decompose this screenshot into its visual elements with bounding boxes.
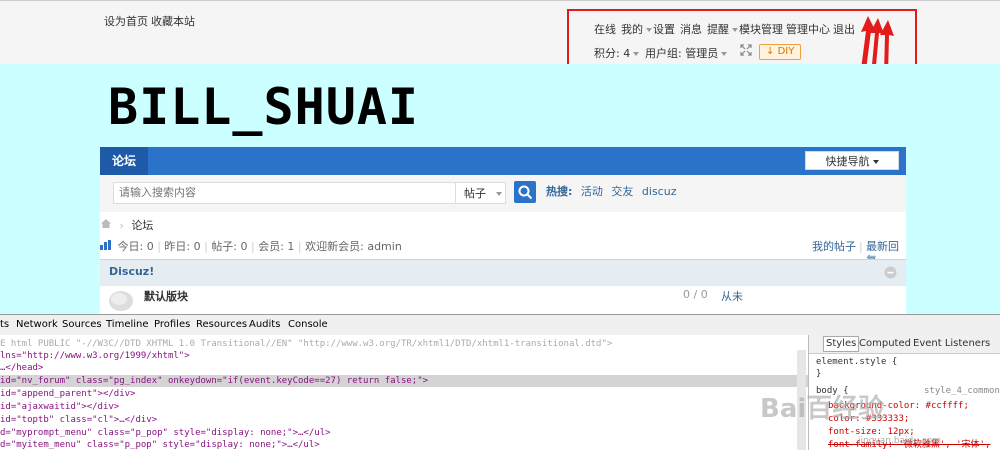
tab-resources[interactable]: Resources	[196, 315, 247, 335]
tab-elements[interactable]: ts	[0, 315, 9, 335]
chevron-right-icon: ›	[119, 219, 124, 232]
category-header: Discuz!	[100, 259, 906, 286]
search-type-label: 帖子	[464, 187, 486, 200]
stat-yesterday: 昨日: 0	[164, 240, 201, 253]
css-rule-line: }	[816, 369, 822, 379]
tab-network[interactable]: Network	[16, 315, 58, 335]
hot-searches: 热搜: 活动 交友 discuz	[546, 181, 676, 203]
tab-timeline[interactable]: Timeline	[106, 315, 149, 335]
nav-item-forum[interactable]: 论坛	[100, 147, 148, 175]
watermark-logo: Bai百经验	[760, 394, 885, 424]
search-icon	[518, 185, 533, 200]
forum-counts: 0 / 0	[683, 288, 708, 301]
collapse-icon[interactable]	[884, 266, 897, 282]
search-bar: 帖子 热搜: 活动 交友 discuz	[100, 175, 906, 212]
source-line[interactable]: d="myprompt_menu" class="p_pop" style="d…	[0, 427, 808, 439]
chevron-down-icon	[872, 160, 879, 164]
search-type-select[interactable]: 帖子	[456, 182, 506, 204]
hot-link-dating[interactable]: 交友	[611, 185, 633, 198]
source-line[interactable]: id="ajaxwaitid"></div>	[0, 401, 808, 413]
home-icon[interactable]	[100, 219, 112, 232]
stats-chart-icon	[100, 240, 111, 253]
search-button[interactable]	[514, 181, 536, 203]
source-line[interactable]: E html PUBLIC "-//W3C//DTD XHTML 1.0 Tra…	[0, 338, 808, 350]
source-line[interactable]: id="append_parent"></div>	[0, 388, 808, 400]
elements-source-panel: E html PUBLIC "-//W3C//DTD XHTML 1.0 Tra…	[0, 335, 808, 450]
forum-name[interactable]: 默认版块	[144, 288, 188, 304]
tab-profiles[interactable]: Profiles	[154, 315, 190, 335]
css-rule-line: element.style {	[816, 357, 898, 367]
hot-link-activity[interactable]: 活动	[581, 185, 603, 198]
tab-console[interactable]: Console	[288, 315, 328, 335]
stat-members: 会员: 1	[258, 240, 295, 253]
forum-row: 默认版块 0 / 0 从未	[100, 288, 906, 314]
forum-last-post[interactable]: 从未	[721, 288, 743, 304]
css-source-link[interactable]: style_4_common	[924, 385, 1000, 397]
source-line[interactable]: d="myitem_menu" class="p_pop" style="dis…	[0, 439, 808, 451]
forum-stats: 今日: 0 | 昨日: 0 | 帖子: 0 | 会员: 1 | 欢迎新会员: a…	[100, 240, 906, 267]
source-line[interactable]: id="toptb" class="cl">…</div>	[0, 414, 808, 426]
quick-nav-button[interactable]: 快捷导航	[805, 151, 899, 170]
chevron-down-icon	[496, 192, 502, 196]
source-line[interactable]: …</head>	[0, 362, 808, 374]
watermark-url: jingyan.baidu.com	[858, 436, 942, 446]
hot-label: 热搜:	[546, 185, 573, 198]
tab-event-listeners[interactable]: Event Listeners	[913, 335, 990, 353]
tab-sources[interactable]: Sources	[62, 315, 102, 335]
stat-posts: 帖子: 0	[211, 240, 248, 253]
quick-nav-label: 快捷导航	[825, 155, 870, 168]
my-posts-link[interactable]: 我的帖子	[812, 240, 856, 254]
category-title[interactable]: Discuz!	[109, 265, 154, 278]
hot-link-discuz[interactable]: discuz	[642, 185, 677, 198]
site-logo[interactable]: BILL_SHUAI	[108, 78, 419, 136]
breadcrumb: › 论坛	[100, 216, 153, 236]
main-nav: 论坛 快捷导航	[100, 147, 906, 175]
source-line[interactable]: lns="http://www.w3.org/1999/xhtml">	[0, 350, 808, 362]
styles-tabbar: Styles Computed Event Listeners	[809, 335, 1000, 354]
forum-icon	[108, 289, 134, 314]
tab-styles[interactable]: Styles	[823, 336, 860, 352]
breadcrumb-current[interactable]: 论坛	[131, 219, 153, 232]
tab-audits[interactable]: Audits	[249, 315, 280, 335]
devtools-tabbar: ts Network Sources Timeline Profiles Res…	[0, 314, 1000, 336]
search-input[interactable]	[113, 182, 456, 204]
main-content: › 论坛 今日: 0 | 昨日: 0 | 帖子: 0 | 会员: 1 | 欢迎新…	[100, 212, 906, 314]
divider: |	[859, 240, 863, 253]
stat-today: 今日: 0	[117, 240, 154, 253]
set-homepage-link[interactable]: 设为首页	[104, 13, 148, 29]
bookmark-link[interactable]: 收藏本站	[151, 13, 195, 29]
tab-computed[interactable]: Computed	[859, 335, 911, 353]
stat-welcome: 欢迎新会员: admin	[305, 240, 402, 253]
source-line-selected[interactable]: id="nv_forum" class="pg_index" onkeydown…	[0, 375, 808, 387]
